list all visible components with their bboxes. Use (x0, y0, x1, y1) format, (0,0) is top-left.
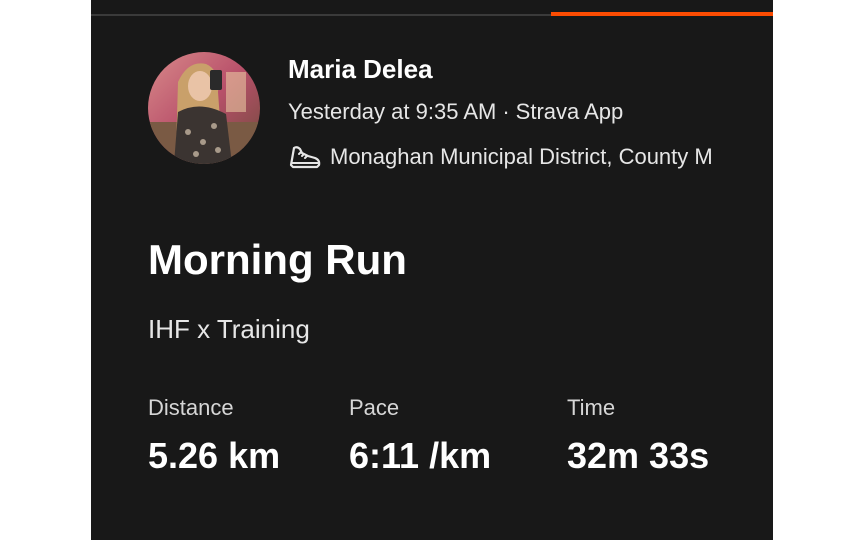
activity-source: Strava App (515, 99, 624, 124)
active-tab-indicator (551, 12, 773, 16)
stat-distance-label: Distance (148, 395, 234, 420)
stat-time-value: 32m 33s (567, 435, 710, 476)
athlete-name[interactable]: Maria Delea (288, 54, 433, 85)
activity-card[interactable]: Maria Delea Yesterday at 9:35 AM · Strava … (91, 0, 773, 540)
stat-distance: Distance 5.26 km (148, 395, 280, 477)
stat-pace-label: Pace (349, 395, 400, 420)
stat-time-label: Time (567, 395, 616, 420)
avatar-photo (148, 52, 260, 164)
activity-location: Monaghan Municipal District, County M (330, 144, 713, 169)
stat-pace-value: 6:11 /km (349, 435, 492, 476)
activity-title[interactable]: Morning Run (148, 236, 407, 284)
activity-location-row: Monaghan Municipal District, County M (288, 140, 713, 174)
activity-description: IHF x Training (148, 314, 310, 344)
stat-pace: Pace 6:11 /km (349, 395, 491, 477)
stat-distance-value: 5.26 km (148, 435, 281, 476)
activity-timestamp: Yesterday at 9:35 AM (288, 99, 497, 124)
meta-separator: · (502, 99, 510, 124)
activity-meta: Yesterday at 9:35 AM · Strava App (288, 99, 623, 125)
running-shoe-icon (288, 143, 322, 171)
stat-time: Time 32m 33s (567, 395, 709, 477)
avatar[interactable] (148, 52, 260, 164)
